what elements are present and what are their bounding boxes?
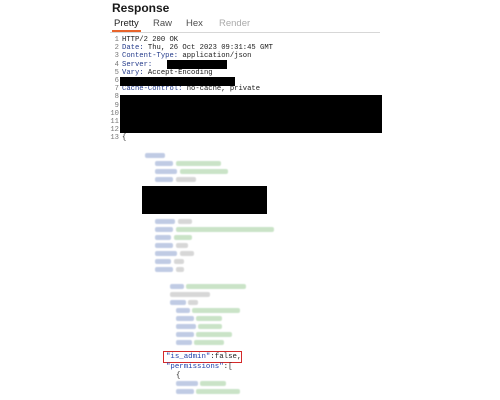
code-line: 7 Cache-Control: no-cache, private xyxy=(114,85,261,94)
json-line-permissions: "permissions":[ xyxy=(166,363,233,371)
tab-render: Render xyxy=(219,18,251,29)
panel-title: Response xyxy=(112,1,170,15)
code-line: 5 Vary: Accept-Encoding xyxy=(114,68,213,77)
response-panel: Response Pretty Raw Hex Render 1 HTTP/2 2… xyxy=(110,0,382,400)
highlight-box xyxy=(163,351,242,363)
json-value: :[ xyxy=(223,363,233,371)
code-line: 4 Server: xyxy=(114,60,153,69)
tab-pretty[interactable]: Pretty xyxy=(112,18,141,32)
header-key: Server: xyxy=(122,60,153,69)
redaction-bar xyxy=(120,95,382,133)
code-line: 2 Date: Thu, 26 Oct 2023 09:31:45 GMT xyxy=(114,44,273,53)
json-key: "permissions" xyxy=(166,363,224,371)
header-value: Accept-Encoding xyxy=(143,68,213,77)
header-key: Cache-Control: xyxy=(122,85,183,94)
header-value: Thu, 26 Oct 2023 09:31:45 GMT xyxy=(143,44,273,53)
tab-raw[interactable]: Raw xyxy=(153,18,172,29)
header-key: Date: xyxy=(122,44,144,53)
header-key: Vary: xyxy=(122,68,144,77)
redaction-bar xyxy=(167,60,227,69)
status-line: HTTP/2 200 OK xyxy=(122,36,179,44)
redaction-bar xyxy=(120,77,235,86)
json-open-brace: { xyxy=(122,134,127,143)
view-tabs: Pretty Raw Hex Render xyxy=(110,16,380,33)
code-line: 3 Content-Type: application/json xyxy=(114,52,252,61)
header-value: no-cache, private xyxy=(182,85,261,94)
redaction-bar xyxy=(142,186,267,214)
code-line: 13{ xyxy=(110,134,127,143)
json-line-open-brace: { xyxy=(176,372,181,380)
tab-hex[interactable]: Hex xyxy=(186,18,203,29)
code-line: 1 HTTP/2 200 OK xyxy=(114,36,179,44)
